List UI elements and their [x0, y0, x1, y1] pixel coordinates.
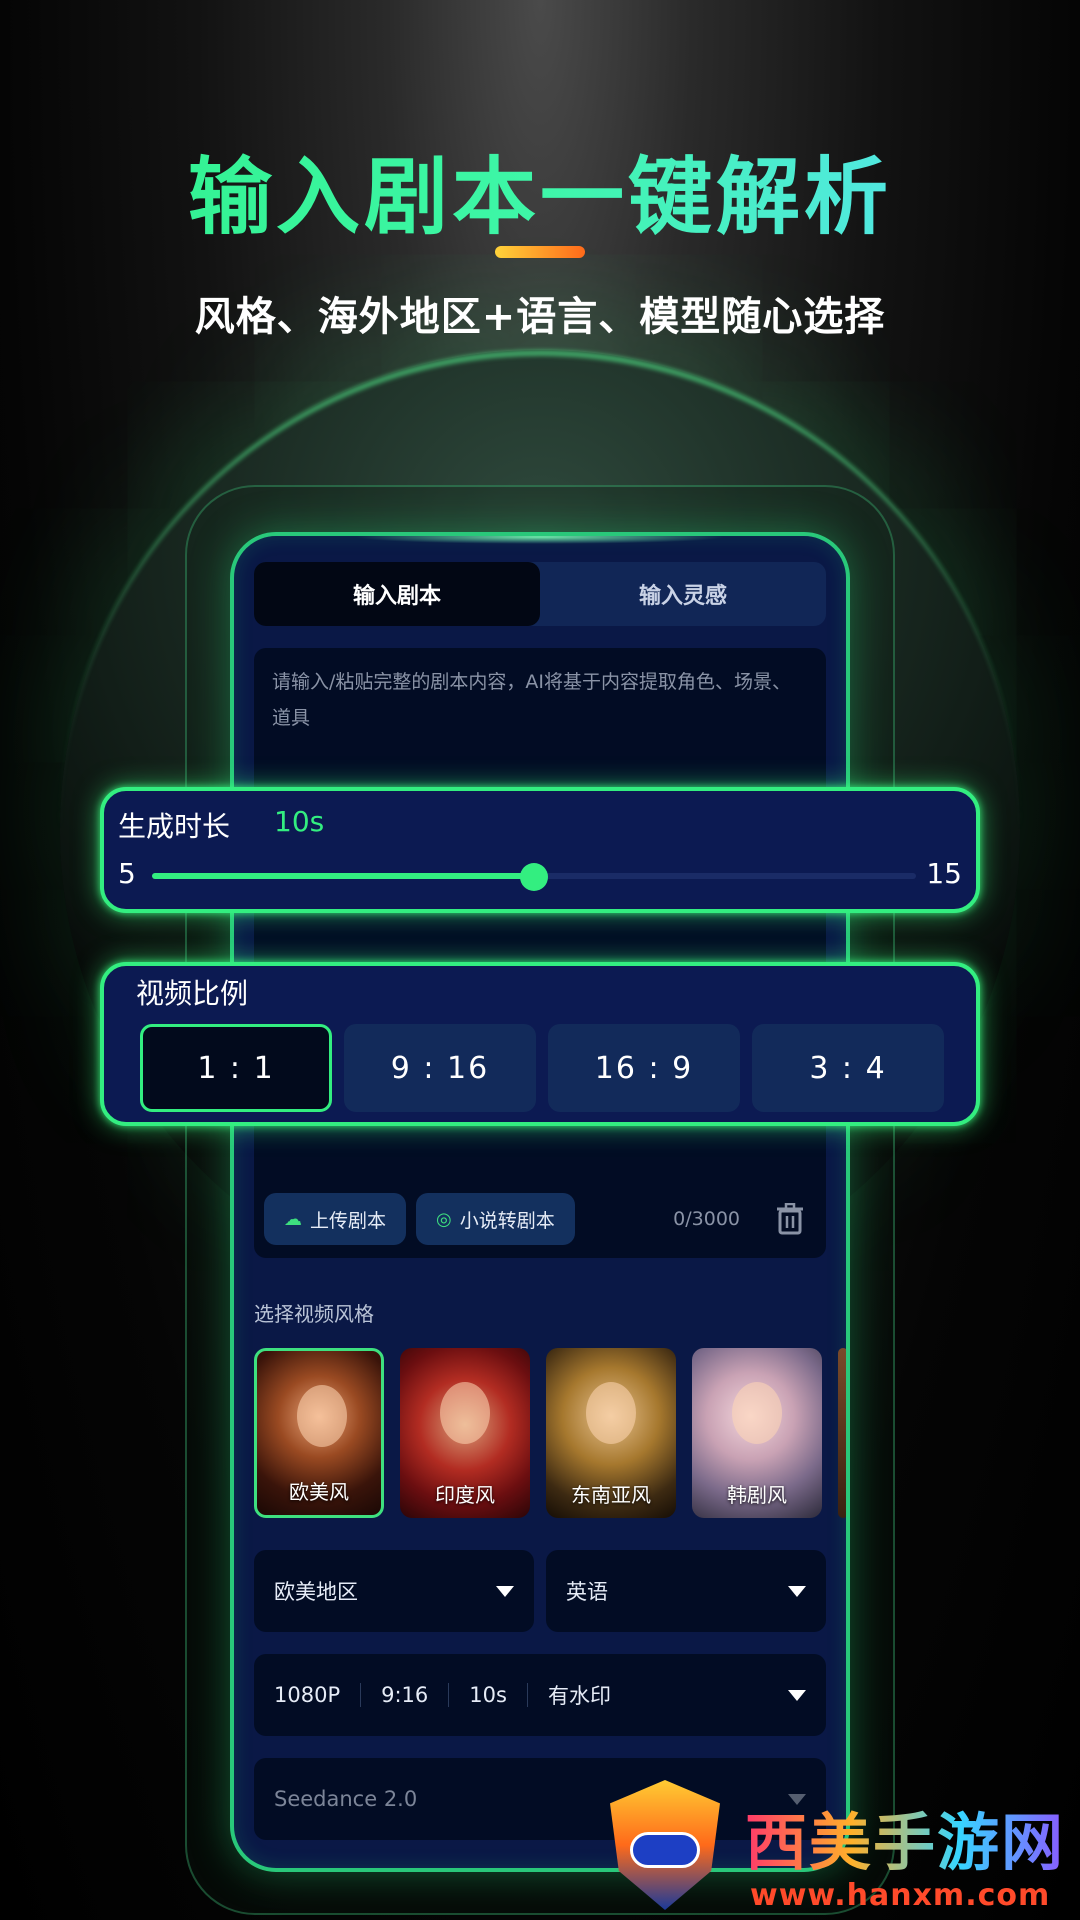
style-card-label: 欧美风 [289, 1480, 349, 1504]
output-params-select[interactable]: 1080P 9:16 10s 有水印 [254, 1654, 826, 1736]
hero-title: 输入剧本一键解析 [0, 130, 1080, 251]
style-thumbnail [440, 1382, 490, 1444]
param-ratio: 9:16 [361, 1683, 450, 1707]
param-duration: 10s [449, 1683, 528, 1707]
editor-toolbar: ☁ 上传剧本 ◎ 小说转剧本 0/3000 [264, 1190, 816, 1248]
style-card-partial[interactable] [838, 1348, 846, 1518]
slider-fill [152, 873, 534, 879]
watermark-url: www.hanxm.com [750, 1878, 1051, 1913]
upload-script-label: 上传剧本 [310, 1209, 387, 1232]
style-thumbnail [732, 1382, 782, 1444]
style-carousel: 欧美风 印度风 东南亚风 韩剧风 [254, 1348, 846, 1524]
trash-icon[interactable] [776, 1203, 804, 1235]
char-count: 0/3000 [673, 1208, 740, 1230]
convert-icon: ◎ [436, 1208, 452, 1230]
novel-to-script-label: 小说转剧本 [459, 1209, 555, 1232]
model-value: Seedance 2.0 [274, 1787, 418, 1811]
language-select[interactable]: 英语 [546, 1550, 826, 1632]
duration-panel: 生成时长 10s 5 15 [100, 787, 980, 913]
upload-script-button[interactable]: ☁ 上传剧本 [264, 1193, 407, 1245]
param-watermark: 有水印 [547, 1684, 611, 1708]
style-card-indian[interactable]: 印度风 [400, 1348, 530, 1518]
style-card-label: 印度风 [435, 1483, 495, 1507]
duration-label: 生成时长 [118, 810, 231, 843]
gamepad-icon [630, 1832, 700, 1868]
param-resolution: 1080P [274, 1683, 362, 1707]
style-card-southeast-asian[interactable]: 东南亚风 [546, 1348, 676, 1518]
tab-inspiration[interactable]: 输入灵感 [540, 562, 826, 626]
title-underline [495, 246, 585, 258]
ratio-option-16-9[interactable]: 16 : 9 [548, 1024, 740, 1112]
watermark-name: 西美手游网 [745, 1792, 1065, 1882]
ratio-option-1-1[interactable]: 1 : 1 [140, 1024, 332, 1112]
ratio-option-9-16[interactable]: 9 : 16 [344, 1024, 536, 1112]
duration-max: 15 [926, 857, 962, 890]
cloud-upload-icon: ☁ [284, 1208, 302, 1230]
ratio-option-3-4[interactable]: 3 : 4 [752, 1024, 944, 1112]
aspect-ratio-label: 视频比例 [136, 977, 249, 1010]
aspect-ratio-options: 1 : 1 9 : 16 16 : 9 3 : 4 [140, 1024, 948, 1112]
duration-min: 5 [118, 857, 136, 890]
phone-screen: 输入剧本 输入灵感 请输入/粘贴完整的剧本内容，AI将基于内容提取角色、场景、道… [230, 532, 850, 1872]
novel-to-script-button[interactable]: ◎ 小说转剧本 [416, 1193, 575, 1245]
language-value: 英语 [566, 1580, 608, 1604]
style-section-label: 选择视频风格 [254, 1302, 374, 1326]
style-card-label: 韩剧风 [727, 1483, 787, 1507]
style-card-western[interactable]: 欧美风 [254, 1348, 384, 1518]
region-language-row: 欧美地区 英语 [254, 1550, 826, 1632]
style-thumbnail [586, 1382, 636, 1444]
duration-slider[interactable] [152, 863, 916, 891]
editor-placeholder: 请输入/粘贴完整的剧本内容，AI将基于内容提取角色、场景、道具 [272, 671, 792, 729]
tab-script[interactable]: 输入剧本 [254, 562, 540, 626]
region-value: 欧美地区 [274, 1580, 358, 1604]
script-editor[interactable]: 请输入/粘贴完整的剧本内容，AI将基于内容提取角色、场景、道具 ☁ 上传剧本 ◎… [254, 648, 826, 1258]
aspect-ratio-panel: 视频比例 1 : 1 9 : 16 16 : 9 3 : 4 [100, 962, 980, 1126]
caret-down-icon [788, 1585, 806, 1597]
caret-down-icon [496, 1585, 514, 1597]
duration-value: 10s [274, 805, 325, 838]
input-tabs: 输入剧本 输入灵感 [254, 562, 826, 626]
slider-thumb[interactable] [520, 863, 548, 891]
style-card-korean-drama[interactable]: 韩剧风 [692, 1348, 822, 1518]
style-card-label: 东南亚风 [571, 1483, 651, 1507]
caret-down-icon [788, 1689, 806, 1701]
site-watermark: 西美手游网 www.hanxm.com [600, 1780, 1080, 1920]
region-select[interactable]: 欧美地区 [254, 1550, 534, 1632]
hero-subtitle: 风格、海外地区+语言、模型随心选择 [194, 294, 886, 340]
style-thumbnail [297, 1385, 347, 1447]
